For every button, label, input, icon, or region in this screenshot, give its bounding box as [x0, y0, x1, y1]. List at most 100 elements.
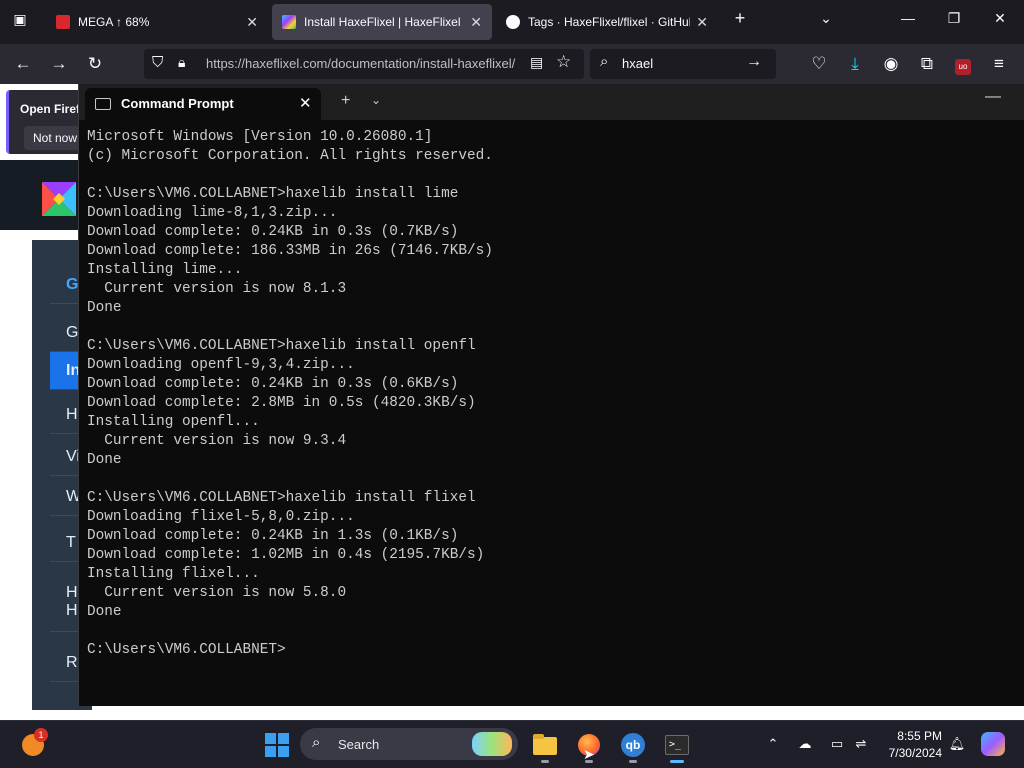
search-input[interactable]: hxael	[622, 56, 653, 71]
back-arrow-icon[interactable]: ←	[12, 53, 34, 75]
tab-title: Tags · HaxeFlixel/flixel · GitHub	[528, 15, 691, 29]
terminal-line: Download complete: 1.02MB in 0.4s (2195.…	[87, 547, 485, 563]
browser-tab-github[interactable]: Tags · HaxeFlixel/flixel · GitHub ✕	[496, 4, 718, 40]
terminal-line: Done	[87, 604, 122, 620]
terminal-line: C:\Users\VM6.COLLABNET>	[87, 642, 286, 658]
terminal-line: C:\Users\VM6.COLLABNET>haxelib install l…	[87, 186, 459, 202]
account-icon[interactable]: ◉	[880, 53, 902, 75]
haxeflixel-logo-icon	[42, 182, 76, 216]
taskbar-search-placeholder[interactable]: Search	[338, 737, 379, 752]
running-indicator	[585, 760, 593, 763]
close-tab-icon[interactable]: ✕	[299, 94, 312, 112]
browser-tab-haxeflixel[interactable]: Install HaxeFlixel | HaxeFlixel - 2D Gam…	[272, 4, 492, 40]
active-indicator	[670, 760, 684, 763]
terminal-line: Microsoft Windows [Version 10.0.26080.1]	[87, 129, 433, 145]
terminal-line: C:\Users\VM6.COLLABNET>haxelib install f…	[87, 490, 476, 506]
new-terminal-tab-icon[interactable]: +	[341, 92, 350, 110]
not-now-button[interactable]: Not now	[24, 126, 84, 150]
downloads-icon[interactable]: ⤓	[844, 53, 866, 75]
network-icon[interactable]: ⇌	[852, 736, 870, 752]
minimize-terminal-icon[interactable]: —	[985, 88, 1001, 106]
terminal-tab-command-prompt[interactable]: Command Prompt ✕	[85, 88, 321, 120]
terminal-line: Downloading lime-8,1,3.zip...	[87, 205, 338, 221]
terminal-window[interactable]: Command Prompt ✕ + ⌄ — Microsoft Windows…	[78, 84, 1024, 706]
taskbar-clock-time[interactable]: 8:55 PM	[884, 729, 942, 743]
terminal-line: Installing flixel...	[87, 566, 260, 582]
display-icon[interactable]: ▭	[828, 736, 846, 752]
terminal-line: Installing openfl...	[87, 414, 260, 430]
reader-view-icon[interactable]: ▤	[530, 54, 543, 71]
terminal-line: Current version is now 9.3.4	[87, 433, 347, 449]
terminal-line: (c) Microsoft Corporation. All rights re…	[87, 148, 493, 164]
menu-hamburger-icon[interactable]: ≡	[988, 53, 1010, 75]
search-icon: ⌕	[600, 53, 609, 70]
terminal-line: Current version is now 5.8.0	[87, 585, 347, 601]
terminal-line: Installing lime...	[87, 262, 243, 278]
pocket-icon[interactable]: ♡	[808, 53, 830, 75]
url-text[interactable]: https://haxeflixel.com/documentation/ins…	[206, 56, 526, 71]
new-tab-icon[interactable]: +	[728, 8, 752, 29]
terminal-line: Done	[87, 300, 122, 316]
notification-title: Open Firef	[20, 102, 81, 116]
notification-bell-icon[interactable]: 🔔︎	[948, 736, 966, 752]
terminal-line: Download complete: 186.33MB in 26s (7146…	[87, 243, 493, 259]
haxeflixel-favicon-icon	[282, 15, 296, 29]
browser-tab-strip: ▣ MEGA ↑ 68% ✕ Install HaxeFlixel | Haxe…	[0, 0, 1024, 44]
extensions-icon[interactable]: ⧉	[916, 53, 938, 75]
weather-widget-icon[interactable]: 1	[20, 728, 48, 756]
restore-window-icon[interactable]: ❐	[942, 10, 966, 27]
terminal-tab-title: Command Prompt	[121, 96, 234, 111]
lock-icon[interactable]: 🔒︎	[178, 54, 185, 71]
tab-overview-icon[interactable]: ▣	[8, 11, 32, 28]
forward-arrow-icon[interactable]: →	[48, 53, 70, 75]
copilot-icon[interactable]	[980, 731, 1006, 757]
terminal-dropdown-chevron-icon[interactable]: ⌄	[371, 93, 381, 107]
running-indicator	[541, 760, 549, 763]
tab-title: MEGA ↑ 68%	[78, 15, 150, 29]
close-tab-icon[interactable]: ✕	[470, 14, 482, 31]
running-indicator	[629, 760, 637, 763]
show-hidden-icons-chevron-icon[interactable]: ⌃	[764, 736, 782, 752]
terminal-line: Download complete: 0.24KB in 0.3s (0.6KB…	[87, 376, 459, 392]
minimize-window-icon[interactable]: —	[896, 10, 920, 26]
url-bar[interactable]: ⛉ 🔒︎ https://haxeflixel.com/documentatio…	[144, 49, 584, 79]
close-window-icon[interactable]: ✕	[988, 10, 1012, 27]
windows-terminal-icon[interactable]: >_	[664, 732, 690, 758]
terminal-line: C:\Users\VM6.COLLABNET>haxelib install o…	[87, 338, 476, 354]
terminal-line: Current version is now 8.1.3	[87, 281, 347, 297]
terminal-line: Downloading openfl-9,3,4.zip...	[87, 357, 355, 373]
notification-count-badge: 1	[34, 728, 48, 742]
close-tab-icon[interactable]: ✕	[696, 14, 708, 31]
shield-icon[interactable]: ⛉	[152, 54, 163, 71]
list-tabs-chevron-icon[interactable]: ⌄	[814, 10, 838, 27]
bookmark-star-icon[interactable]: ☆	[556, 52, 571, 72]
ublock-icon[interactable]: uo	[952, 53, 974, 75]
tab-title: Install HaxeFlixel | HaxeFlixel - 2D Gam…	[304, 15, 464, 29]
qbittorrent-icon[interactable]: qb	[620, 732, 646, 758]
terminal-line: Download complete: 2.8MB in 0.5s (4820.3…	[87, 395, 476, 411]
terminal-line: Done	[87, 452, 122, 468]
terminal-line: Download complete: 0.24KB in 0.3s (0.7KB…	[87, 224, 459, 240]
terminal-output[interactable]: Microsoft Windows [Version 10.0.26080.1]…	[87, 128, 1007, 660]
search-bar[interactable]: ⌕ hxael →	[590, 49, 776, 79]
terminal-line: Download complete: 0.24KB in 1.3s (0.1KB…	[87, 528, 459, 544]
reload-icon[interactable]: ↻	[84, 53, 106, 75]
windows-start-icon[interactable]	[264, 732, 290, 758]
search-go-arrow-icon[interactable]: →	[746, 53, 762, 71]
file-explorer-icon[interactable]	[532, 732, 558, 758]
browser-tab-mega[interactable]: MEGA ↑ 68% ✕	[46, 4, 268, 40]
terminal-titlebar[interactable]: Command Prompt ✕ + ⌄ —	[79, 84, 1024, 120]
taskbar-clock-date[interactable]: 7/30/2024	[874, 746, 942, 760]
terminal-line: Downloading flixel-5,8,0.zip...	[87, 509, 355, 525]
close-tab-icon[interactable]: ✕	[246, 14, 258, 31]
mega-favicon-icon	[56, 15, 70, 29]
onedrive-offline-icon[interactable]: ☁	[796, 736, 814, 752]
github-favicon-icon	[506, 15, 520, 29]
search-highlight-icon	[472, 732, 512, 756]
search-icon: ⌕	[312, 734, 321, 751]
browser-nav-bar: ← → ↻ ⛉ 🔒︎ https://haxeflixel.com/docume…	[0, 44, 1024, 84]
command-prompt-icon	[95, 98, 111, 110]
